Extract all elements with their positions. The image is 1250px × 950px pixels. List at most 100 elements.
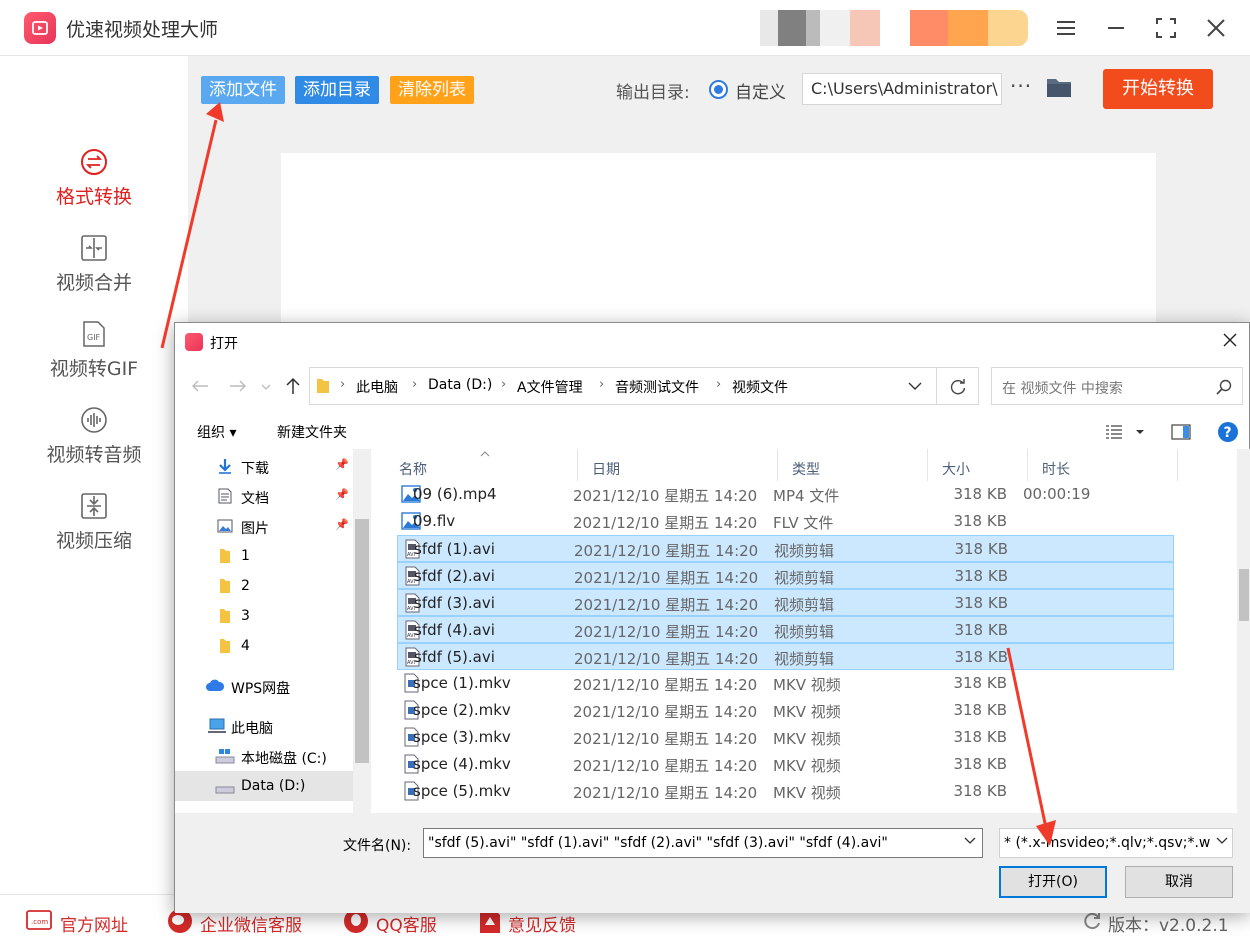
forward-arrow-icon[interactable] (229, 379, 247, 393)
breadcrumb-item[interactable]: Data (D:) (428, 377, 492, 393)
breadcrumb-item[interactable]: A文件管理 (517, 377, 583, 397)
nav-item-documents[interactable]: 文档 📌 (175, 481, 353, 511)
search-input[interactable]: 在 视频文件 中搜索 (1002, 378, 1123, 398)
file-row[interactable]: 09 (6).mp4 2021/12/10 星期五 14:20 MP4 文件 318 … (397, 481, 1174, 508)
nav-item-drive-d[interactable]: Data (D:) (175, 771, 353, 801)
nav-item-this-pc[interactable]: 此电脑 (175, 711, 353, 741)
nav-item-folder-2[interactable]: 2 (175, 571, 353, 601)
file-date: 2021/12/10 星期五 14:20 (573, 703, 758, 721)
feedback-link[interactable]: 意见反馈 (508, 911, 576, 936)
picture-icon (217, 519, 233, 533)
close-icon[interactable] (1221, 331, 1239, 349)
start-convert-button[interactable]: 开始转换 (1103, 69, 1213, 109)
chevron-down-icon[interactable] (1216, 837, 1228, 845)
custom-radio-label[interactable]: 自定义 (735, 78, 786, 103)
nav-item-pictures[interactable]: 图片 📌 (175, 511, 353, 541)
sidebar-item-video-compress[interactable]: 视频压缩 (0, 492, 188, 572)
breadcrumb-item[interactable]: 视频文件 (732, 377, 788, 397)
filetype-select[interactable]: * (*.x-msvideo;*.qlv;*.qsv;*.w (999, 828, 1233, 858)
output-path-input[interactable]: C:\Users\Administrator\ (802, 73, 1002, 105)
sidebar-item-format-convert[interactable]: 格式转换 (0, 148, 188, 228)
file-row[interactable]: 09.flv 2021/12/10 星期五 14:20 FLV 文件 318 KB (397, 508, 1174, 535)
search-icon[interactable] (1216, 379, 1232, 395)
search-box[interactable]: 在 视频文件 中搜索 (991, 367, 1243, 405)
menu-button[interactable] (1048, 10, 1084, 46)
file-row[interactable]: spce (4).mkv 2021/12/10 星期五 14:20 MKV 视频 31… (397, 751, 1174, 778)
breadcrumb-item[interactable]: 此电脑 (356, 377, 398, 397)
open-button[interactable]: 打开(O) (999, 866, 1107, 898)
chevron-down-icon[interactable] (1135, 429, 1145, 435)
file-row[interactable]: AVI sfdf (4).avi 2021/12/10 星期五 14:20 视频剪辑 3… (397, 616, 1174, 643)
dialog-app-icon (185, 333, 203, 351)
drive-icon (215, 749, 235, 764)
clear-list-button[interactable]: 清除列表 (390, 76, 474, 104)
history-dropdown-icon[interactable] (261, 383, 271, 391)
file-type: FLV 文件 (773, 514, 834, 532)
nav-item-wps-cloud[interactable]: WPS网盘 (175, 671, 353, 701)
column-header-duration[interactable]: 时长 (1028, 449, 1178, 481)
file-row[interactable]: spce (3).mkv 2021/12/10 星期五 14:20 MKV 视频 31… (397, 724, 1174, 751)
pin-icon: 📌 (335, 488, 349, 501)
wechat-service-link[interactable]: 企业微信客服 (200, 911, 302, 936)
filename-input[interactable]: "sfdf (5).avi" "sfdf (1).avi" "sfdf (2).… (423, 828, 983, 858)
preview-pane-icon[interactable] (1171, 424, 1191, 440)
organize-button[interactable]: 组织 ▾ (197, 422, 236, 442)
scrollbar-thumb[interactable] (355, 519, 369, 763)
minimize-button[interactable] (1098, 10, 1134, 46)
scrollbar-thumb[interactable] (1239, 569, 1249, 621)
chevron-down-icon[interactable] (908, 382, 922, 391)
up-arrow-icon[interactable] (285, 377, 301, 395)
filename-value[interactable]: "sfdf (5).avi" "sfdf (1).avi" "sfdf (2).… (428, 835, 888, 851)
file-row[interactable]: AVI sfdf (2).avi 2021/12/10 星期五 14:20 视频剪辑 3… (397, 562, 1174, 589)
add-folder-button[interactable]: 添加目录 (295, 76, 379, 104)
close-button[interactable] (1198, 10, 1234, 46)
nav-item-drive-c[interactable]: 本地磁盘 (C:) (175, 741, 353, 771)
nav-item-downloads[interactable]: 下载 📌 (175, 451, 353, 481)
more-button[interactable]: ··· (1010, 74, 1032, 98)
file-date: 2021/12/10 星期五 14:20 (573, 514, 758, 532)
new-folder-button[interactable]: 新建文件夹 (277, 422, 347, 442)
add-file-button[interactable]: 添加文件 (201, 76, 285, 104)
refresh-icon[interactable] (1082, 911, 1102, 931)
maximize-button[interactable] (1148, 10, 1184, 46)
file-row[interactable]: spce (5).mkv 2021/12/10 星期五 14:20 MKV 视频 31… (397, 778, 1174, 805)
file-row[interactable]: spce (1).mkv 2021/12/10 星期五 14:20 MKV 视频 31… (397, 670, 1174, 697)
file-date: 2021/12/10 星期五 14:20 (574, 623, 759, 641)
nav-pane-scrollbar[interactable] (353, 449, 371, 813)
column-header-type[interactable]: 类型 (778, 449, 928, 481)
sidebar-item-label: 视频压缩 (55, 530, 132, 552)
file-name: spce (5).mkv (413, 782, 511, 800)
view-options-icon[interactable] (1105, 424, 1123, 440)
sidebar-item-video-to-audio[interactable]: 视频转音频 (0, 406, 188, 486)
column-header-date[interactable]: 日期 (578, 449, 778, 481)
refresh-button[interactable] (937, 367, 979, 405)
nav-item-folder-4[interactable]: 4 (175, 631, 353, 661)
help-icon[interactable]: ? (1217, 421, 1239, 443)
sidebar-item-label: 视频合并 (55, 272, 132, 294)
chevron-down-icon[interactable] (964, 837, 976, 845)
nav-item-folder-1[interactable]: 1 (175, 541, 353, 571)
nav-item-folder-3[interactable]: 3 (175, 601, 353, 631)
qq-service-link[interactable]: QQ客服 (376, 911, 437, 936)
website-link[interactable]: 官方网址 (60, 911, 128, 936)
sidebar-item-video-merge[interactable]: 视频合并 (0, 234, 188, 314)
file-name: spce (4).mkv (413, 755, 511, 773)
file-row[interactable]: AVI sfdf (3).avi 2021/12/10 星期五 14:20 视频剪辑 3… (397, 589, 1174, 616)
breadcrumb-item[interactable]: 音频测试文件 (615, 377, 699, 397)
file-row[interactable]: AVI sfdf (1).avi 2021/12/10 星期五 14:20 视频剪辑 3… (397, 535, 1174, 562)
cancel-button[interactable]: 取消 (1125, 866, 1233, 898)
column-header-size[interactable]: 大小 (928, 449, 1028, 481)
file-size: 318 KB (954, 540, 1008, 558)
title-bar: 优速视频处理大师 (0, 0, 1250, 56)
custom-radio[interactable] (709, 80, 728, 99)
sidebar-item-video-to-gif[interactable]: GIF 视频转GIF (0, 320, 188, 400)
open-folder-icon[interactable] (1046, 76, 1072, 98)
address-bar[interactable]: › 此电脑 › Data (D:) › A文件管理 › 音频测试文件 › 视频文… (309, 367, 937, 405)
file-type: MKV 视频 (773, 676, 841, 694)
file-size: 318 KB (954, 621, 1008, 639)
file-row[interactable]: spce (2).mkv 2021/12/10 星期五 14:20 MKV 视频 31… (397, 697, 1174, 724)
file-date: 2021/12/10 星期五 14:20 (573, 784, 758, 802)
file-row[interactable]: AVI sfdf (5).avi 2021/12/10 星期五 14:20 视频剪辑 3… (397, 643, 1174, 670)
file-list-scrollbar[interactable] (1237, 449, 1250, 813)
back-arrow-icon[interactable] (191, 379, 209, 393)
